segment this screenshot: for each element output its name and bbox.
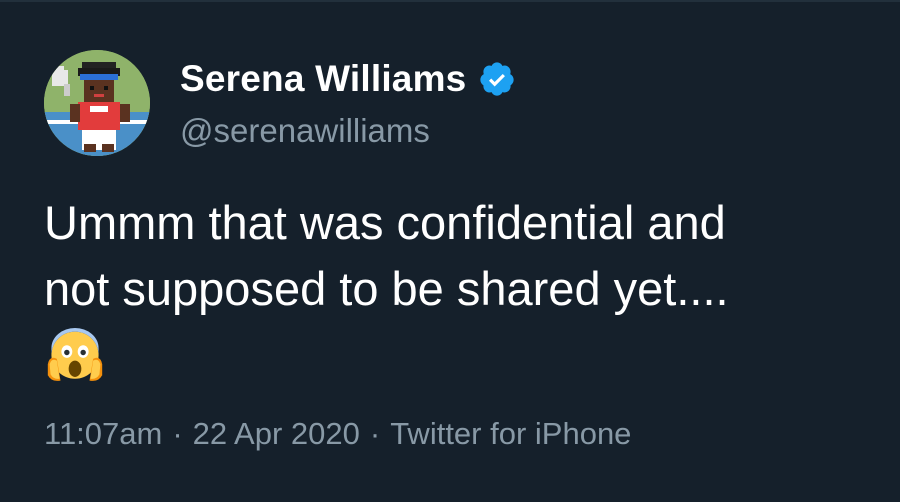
separator: · bbox=[369, 416, 381, 451]
tweet-time[interactable]: 11:07am bbox=[44, 416, 162, 451]
tweet-metadata: 11:07am · 22 Apr 2020 · Twitter for iPhone bbox=[44, 416, 631, 452]
pixel-art-avatar-icon bbox=[44, 50, 150, 156]
avatar[interactable] bbox=[44, 50, 150, 156]
separator: · bbox=[172, 416, 183, 451]
tweet-text: Ummm that was confidential and not suppo… bbox=[44, 190, 864, 322]
tweet-source[interactable]: Twitter for iPhone bbox=[390, 416, 631, 451]
handle[interactable]: @serenawilliams bbox=[180, 112, 516, 150]
verified-badge-icon bbox=[480, 62, 515, 96]
tweet-text-line: Ummm that was confidential and bbox=[44, 196, 726, 249]
face-screaming-in-fear-icon bbox=[47, 328, 103, 381]
tweet-text-line: not supposed to be shared yet.... bbox=[44, 262, 729, 315]
display-name[interactable]: Serena Williams bbox=[180, 58, 466, 100]
tweet-date[interactable]: 22 Apr 2020 bbox=[193, 416, 360, 451]
tweet-header: Serena Williams @serenawilliams bbox=[44, 50, 516, 156]
tweet-card: Serena Williams @serenawilliams Ummm tha… bbox=[0, 0, 900, 502]
author-info: Serena Williams @serenawilliams bbox=[180, 56, 516, 150]
name-row: Serena Williams bbox=[180, 56, 516, 102]
